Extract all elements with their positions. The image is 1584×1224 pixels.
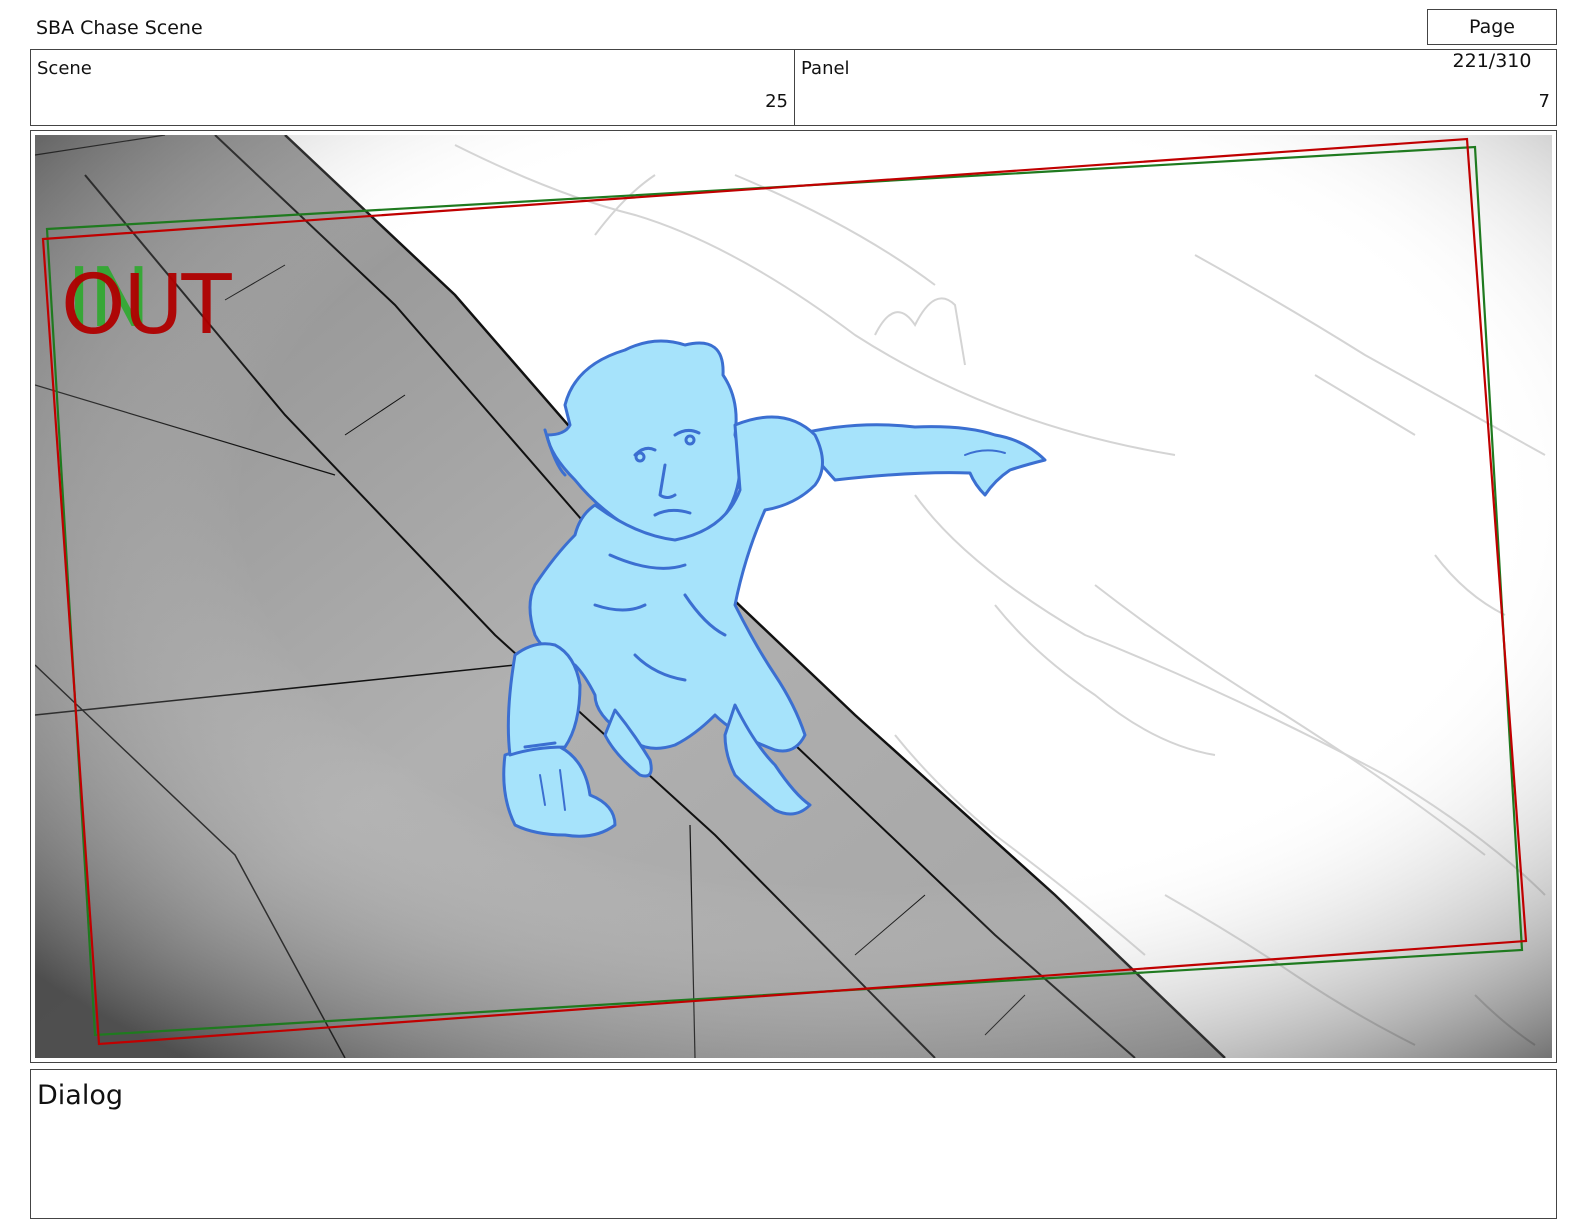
scene-panel-row: Scene 25 Panel 7 [30,49,1557,126]
panel-number: 7 [1538,91,1550,112]
panel-cell: Panel 7 [795,50,1556,125]
dialog-label: Dialog [37,1080,123,1111]
panel-image: IN OUT [35,135,1552,1058]
storyboard-frame: IN OUT [30,130,1557,1063]
panel-drawing [35,135,1552,1058]
panel-label: Panel [801,58,850,79]
document-title: SBA Chase Scene [36,17,203,39]
scene-label: Scene [37,58,92,79]
scene-number: 25 [765,91,788,112]
scene-cell: Scene 25 [31,50,795,125]
safe-frame-out-label: OUT [61,258,232,353]
vignette [35,135,1552,1058]
dialog-box: Dialog [30,1069,1557,1219]
page-number: Page 221/310 [1427,9,1557,72]
